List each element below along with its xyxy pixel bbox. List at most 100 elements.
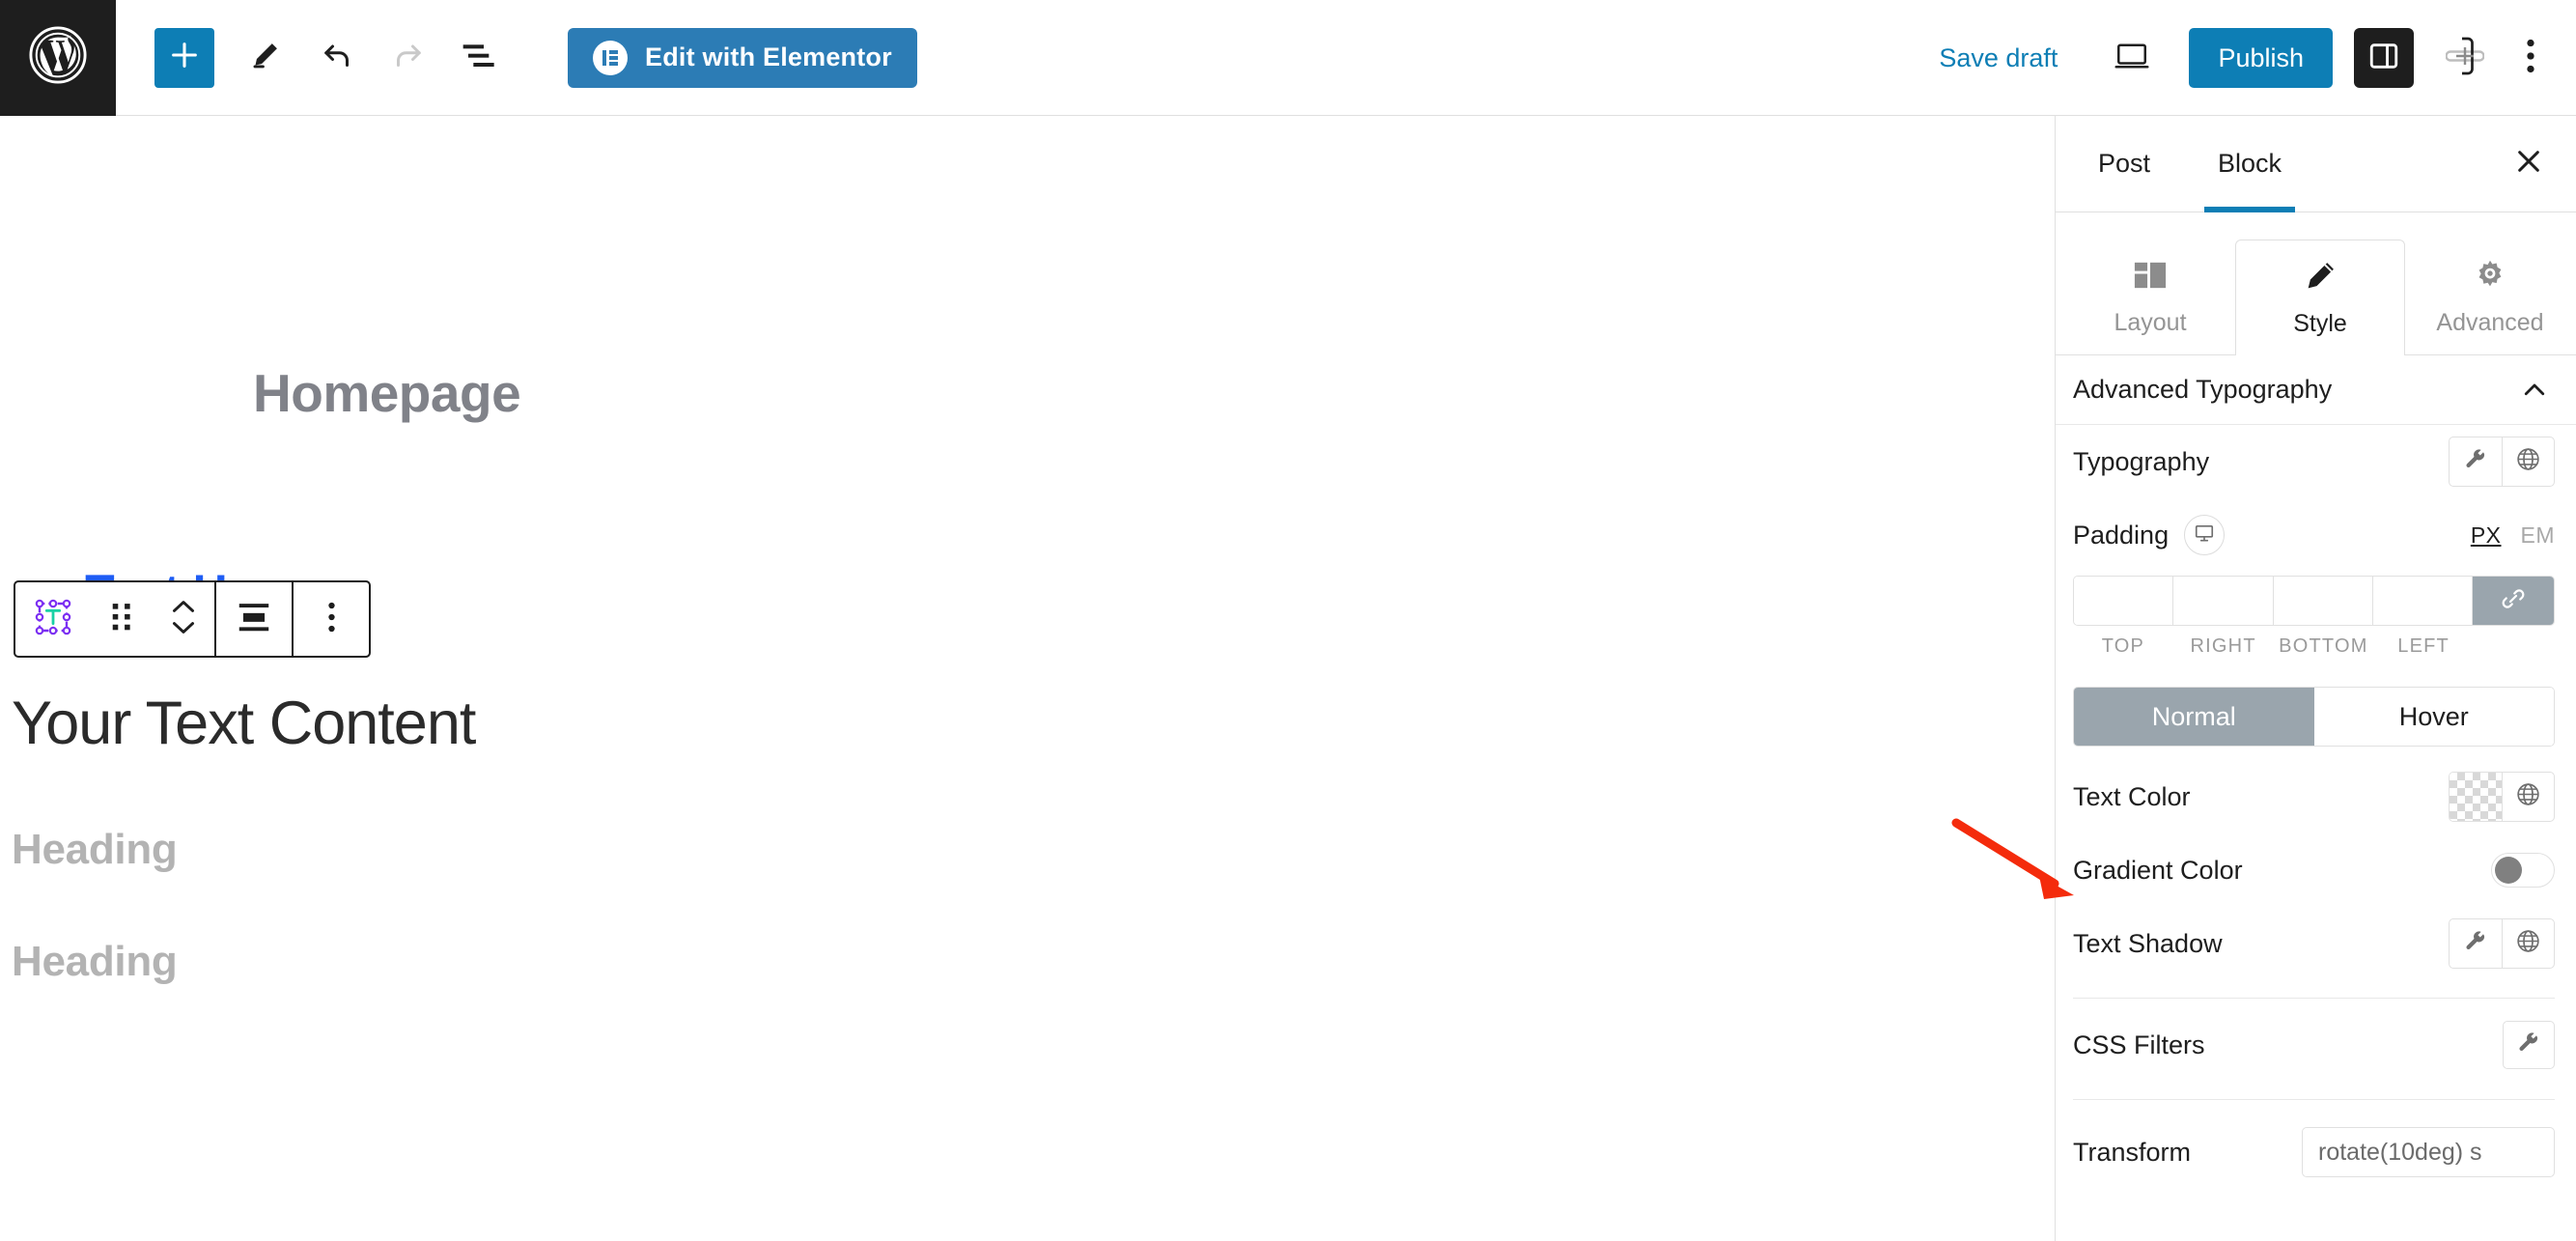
state-normal-button[interactable]: Normal <box>2074 688 2314 746</box>
mode-tab-layout[interactable]: Layout <box>2065 239 2235 354</box>
typography-wrench-button[interactable] <box>2450 437 2502 486</box>
gradient-color-control-row: Gradient Color <box>2056 833 2576 907</box>
wrench-icon <box>2463 447 2488 477</box>
padding-label-right: RIGHT <box>2190 635 2256 657</box>
gradient-color-label: Gradient Color <box>2073 855 2243 885</box>
link-icon <box>2499 584 2528 618</box>
transform-input[interactable] <box>2302 1127 2555 1177</box>
block-align-button[interactable] <box>216 582 292 656</box>
elementor-logo-icon <box>593 40 628 75</box>
padding-link-values-button[interactable] <box>2473 577 2554 625</box>
padding-device-toggle[interactable] <box>2184 515 2226 555</box>
block-type-text-icon-button[interactable] <box>15 582 91 656</box>
annotation-arrow <box>1950 816 2095 917</box>
wordpress-logo-icon <box>28 25 88 90</box>
padding-right-input[interactable] <box>2173 577 2274 625</box>
plus-icon <box>168 39 201 76</box>
close-icon <box>2513 146 2544 182</box>
state-hover-button[interactable]: Hover <box>2313 688 2554 746</box>
padding-label-bottom: BOTTOM <box>2279 635 2368 657</box>
preview-button[interactable] <box>2102 28 2162 88</box>
padding-control-row: Padding PX EM <box>2056 498 2576 572</box>
text-shadow-wrench-button[interactable] <box>2450 919 2502 968</box>
text-shadow-globe-button[interactable] <box>2502 919 2554 968</box>
padding-label-left: LEFT <box>2397 635 2450 657</box>
top-bar-right-tools: Save draft Publish <box>1939 0 2576 116</box>
padding-label-wrap: Padding <box>2073 515 2226 555</box>
typography-label: Typography <box>2073 446 2210 476</box>
text-color-label: Text Color <box>2073 781 2191 811</box>
edit-with-elementor-label: Edit with Elementor <box>645 42 892 71</box>
block-move-updown-button[interactable] <box>153 582 214 656</box>
tab-block[interactable]: Block <box>2204 116 2296 212</box>
desktop-icon <box>2194 522 2215 549</box>
text-color-globe-button[interactable] <box>2502 773 2554 821</box>
chevron-up-icon[interactable] <box>2514 370 2555 410</box>
heading-placeholder-1[interactable]: Heading <box>12 826 178 874</box>
vertical-ellipsis-icon <box>2526 38 2535 79</box>
advanced-typography-section-header[interactable]: Advanced Typography <box>2056 355 2576 425</box>
unit-em[interactable]: EM <box>2521 522 2556 549</box>
page-title[interactable]: Homepage <box>253 362 521 424</box>
text-shadow-controls <box>2449 918 2555 969</box>
transform-label: Transform <box>2073 1137 2192 1167</box>
undo-arrow-icon <box>320 38 354 77</box>
layout-icon <box>2132 257 2169 296</box>
more-options-button[interactable] <box>2506 28 2555 88</box>
wrench-icon <box>2516 1030 2541 1060</box>
pencil-icon <box>249 39 282 76</box>
mode-tab-advanced[interactable]: Advanced <box>2405 239 2575 354</box>
padding-top-input[interactable] <box>2074 577 2174 625</box>
editor-top-bar: Edit with Elementor Save draft Publish <box>0 0 2576 116</box>
typography-globe-button[interactable] <box>2502 437 2554 486</box>
edit-tool-button[interactable] <box>236 28 295 88</box>
gradient-color-toggle[interactable] <box>2491 853 2555 888</box>
document-overview-button[interactable] <box>450 28 510 88</box>
padding-bottom-input[interactable] <box>2273 577 2373 625</box>
css-filters-wrench-button[interactable] <box>2503 1021 2555 1069</box>
globe-icon <box>2515 446 2541 477</box>
mode-tab-advanced-label: Advanced <box>2436 309 2544 336</box>
block-toolbar-group-primary <box>15 582 214 656</box>
gear-icon <box>2472 257 2508 296</box>
padding-label: Padding <box>2073 520 2170 550</box>
elementor-plus-button[interactable] <box>2435 28 2495 88</box>
text-color-controls <box>2449 772 2555 822</box>
text-content-block[interactable]: Your Text Content <box>12 689 476 758</box>
text-shadow-control-row: Text Shadow <box>2056 907 2576 980</box>
text-block-icon <box>34 598 72 641</box>
mode-tab-style[interactable]: Style <box>2235 240 2405 355</box>
block-drag-handle[interactable] <box>91 582 153 656</box>
editor-canvas[interactable]: Homepage ng Text Here Your Text Content … <box>0 116 2055 1241</box>
css-filters-label: CSS Filters <box>2073 1029 2205 1059</box>
transform-control-row: Transform <box>2056 1127 2576 1177</box>
align-center-icon <box>237 601 271 638</box>
redo-arrow-icon <box>391 38 426 77</box>
close-sidebar-button[interactable] <box>2503 138 2555 190</box>
mode-tab-layout-label: Layout <box>2114 309 2187 336</box>
publish-button[interactable]: Publish <box>2189 28 2333 88</box>
edit-with-elementor-button[interactable]: Edit with Elementor <box>568 27 917 88</box>
save-draft-button[interactable]: Save draft <box>1939 43 2058 73</box>
text-shadow-label: Text Shadow <box>2073 928 2223 958</box>
block-toolbar-group-more <box>294 582 369 656</box>
sidebar-tab-bar: Post Block <box>2056 116 2576 212</box>
wordpress-logo-button[interactable] <box>0 0 116 116</box>
padding-unit-toggle: PX EM <box>2471 522 2555 549</box>
padding-left-input[interactable] <box>2372 577 2473 625</box>
heading-placeholder-2[interactable]: Heading <box>12 938 178 986</box>
undo-button[interactable] <box>307 28 367 88</box>
block-more-options-button[interactable] <box>294 582 369 656</box>
sidebar-divider-1 <box>2073 998 2555 999</box>
top-bar-left-tools: Edit with Elementor <box>116 27 917 88</box>
text-color-control-row: Text Color <box>2056 760 2576 833</box>
settings-sidebar-toggle-button[interactable] <box>2354 28 2414 88</box>
add-block-button[interactable] <box>154 27 214 88</box>
mode-tab-style-label: Style <box>2293 310 2347 337</box>
pencil-icon <box>2302 258 2338 297</box>
unit-px[interactable]: PX <box>2471 522 2502 549</box>
text-color-swatch-button[interactable] <box>2450 773 2502 821</box>
redo-button[interactable] <box>378 28 438 88</box>
state-toggle-group: Normal Hover <box>2073 687 2555 747</box>
tab-post[interactable]: Post <box>2085 116 2164 212</box>
